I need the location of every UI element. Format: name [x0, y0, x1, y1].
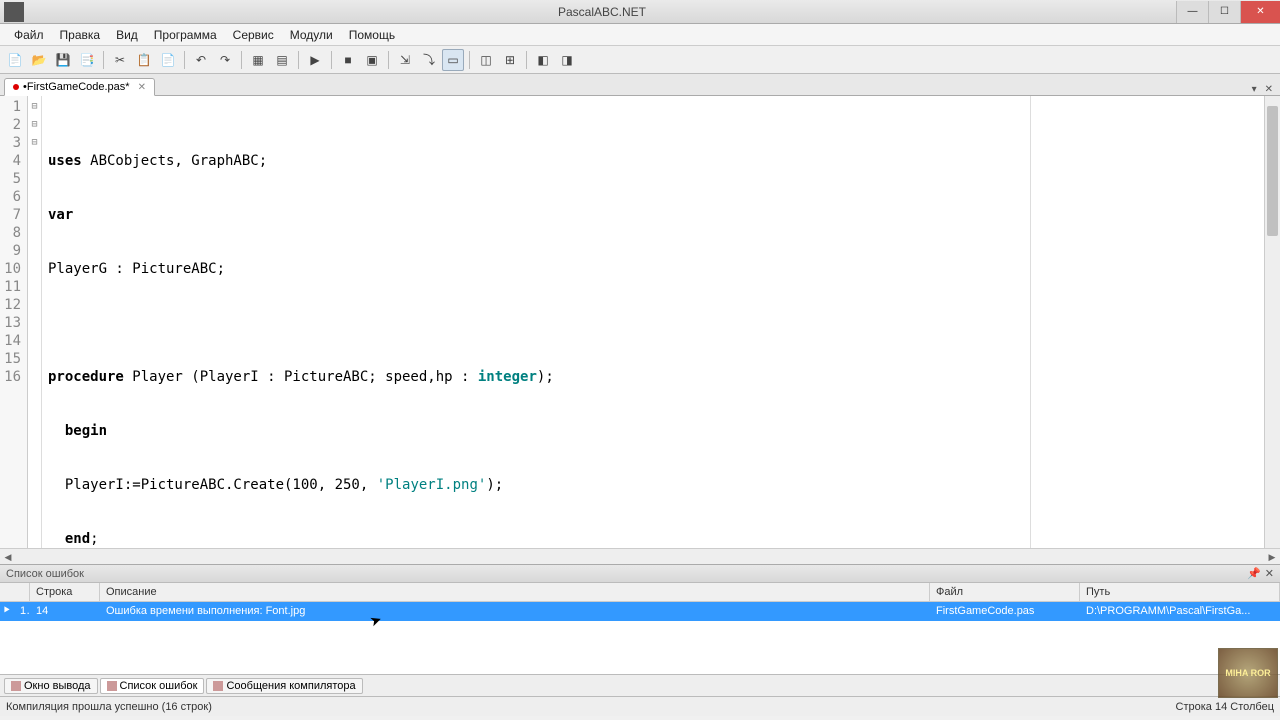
tool-icon-active[interactable]: ▭ — [442, 49, 464, 71]
tab-close-all-icon[interactable]: ✕ — [1262, 84, 1276, 95]
app-icon — [4, 2, 24, 22]
stop-icon[interactable]: ■ — [337, 49, 359, 71]
save-icon[interactable]: 💾 — [52, 49, 74, 71]
fold-gutter[interactable]: ⊟ ⊟ ⊟ — [28, 96, 42, 548]
error-columns-header: Строка Описание Файл Путь — [0, 583, 1280, 602]
copy-icon[interactable]: 📋 — [133, 49, 155, 71]
tab-output-window[interactable]: Окно вывода — [4, 678, 98, 694]
menu-view[interactable]: Вид — [108, 26, 146, 44]
minimize-button[interactable]: — — [1176, 1, 1208, 23]
tab-error-list[interactable]: Список ошибок — [100, 678, 205, 694]
tool-icon-6[interactable]: ◧ — [532, 49, 554, 71]
menu-help[interactable]: Помощь — [341, 26, 403, 44]
tab-dropdown-icon[interactable]: ▾ — [1249, 84, 1260, 95]
tab-close-icon[interactable]: ✕ — [138, 82, 146, 93]
tool-icon-4[interactable]: ◫ — [475, 49, 497, 71]
editor: 1234 5678 9101112 13141516 ⊟ ⊟ ⊟ uses AB… — [0, 96, 1280, 564]
step-into-icon[interactable]: ⇲ — [394, 49, 416, 71]
open-file-icon[interactable]: 📂 — [28, 49, 50, 71]
close-button[interactable]: ✕ — [1240, 1, 1280, 23]
menu-file[interactable]: Файл — [6, 26, 52, 44]
file-tab[interactable]: •FirstGameCode.pas* ✕ — [4, 78, 155, 96]
error-icon: ⯈ — [0, 602, 14, 621]
tool-icon-3[interactable]: ▣ — [361, 49, 383, 71]
error-panel-title: Список ошибок — [6, 568, 84, 580]
cursor-position: Строка 14 Столбец — [1176, 701, 1274, 713]
menu-modules[interactable]: Модули — [282, 26, 341, 44]
status-text: Компиляция прошла успешно (16 строк) — [6, 701, 212, 713]
bottom-tab-bar: Окно вывода Список ошибок Сообщения комп… — [0, 674, 1280, 696]
undo-icon[interactable]: ↶ — [190, 49, 212, 71]
error-list-panel: Список ошибок 📌 ✕ Строка Описание Файл П… — [0, 564, 1280, 674]
tool-icon-7[interactable]: ◨ — [556, 49, 578, 71]
tool-icon-2[interactable]: ▤ — [271, 49, 293, 71]
save-all-icon[interactable]: 📑 — [76, 49, 98, 71]
menu-service[interactable]: Сервис — [225, 26, 282, 44]
toolbar: 📄 📂 💾 📑 ✂ 📋 📄 ↶ ↷ ▦ ▤ ▶ ■ ▣ ⇲ ⤵ ▭ ◫ ⊞ ◧ … — [0, 46, 1280, 74]
new-file-icon[interactable]: 📄 — [4, 49, 26, 71]
menu-bar: Файл Правка Вид Программа Сервис Модули … — [0, 24, 1280, 46]
status-bar: Компиляция прошла успешно (16 строк) Стр… — [0, 696, 1280, 716]
window-title: PascalABC.NET — [28, 5, 1176, 19]
panel-close-icon[interactable]: ✕ — [1265, 567, 1274, 580]
modified-indicator-icon — [13, 84, 19, 90]
tab-compiler-messages[interactable]: Сообщения компилятора — [206, 678, 362, 694]
title-bar: PascalABC.NET — ☐ ✕ — [0, 0, 1280, 24]
cut-icon[interactable]: ✂ — [109, 49, 131, 71]
step-over-icon[interactable]: ⤵ — [418, 49, 440, 71]
vertical-scrollbar[interactable] — [1264, 96, 1280, 548]
maximize-button[interactable]: ☐ — [1208, 1, 1240, 23]
line-number-gutter: 1234 5678 9101112 13141516 — [0, 96, 28, 548]
watermark: MIHA ROR — [1218, 648, 1278, 698]
tab-bar: •FirstGameCode.pas* ✕ ▾ ✕ — [0, 74, 1280, 96]
panel-pin-icon[interactable]: 📌 — [1247, 567, 1261, 580]
tab-label: •FirstGameCode.pas* — [23, 81, 130, 93]
tool-icon-1[interactable]: ▦ — [247, 49, 269, 71]
paste-icon[interactable]: 📄 — [157, 49, 179, 71]
right-margin-line — [1030, 96, 1031, 548]
tool-icon-5[interactable]: ⊞ — [499, 49, 521, 71]
error-row[interactable]: ⯈ 1 14 Ошибка времени выполнения: Font.j… — [0, 602, 1280, 621]
run-icon[interactable]: ▶ — [304, 49, 326, 71]
menu-edit[interactable]: Правка — [52, 26, 109, 44]
horizontal-scrollbar[interactable]: ◀▶ — [0, 548, 1280, 564]
redo-icon[interactable]: ↷ — [214, 49, 236, 71]
menu-program[interactable]: Программа — [146, 26, 225, 44]
code-area[interactable]: uses ABCobjects, GraphABC; var PlayerG :… — [42, 96, 1264, 548]
